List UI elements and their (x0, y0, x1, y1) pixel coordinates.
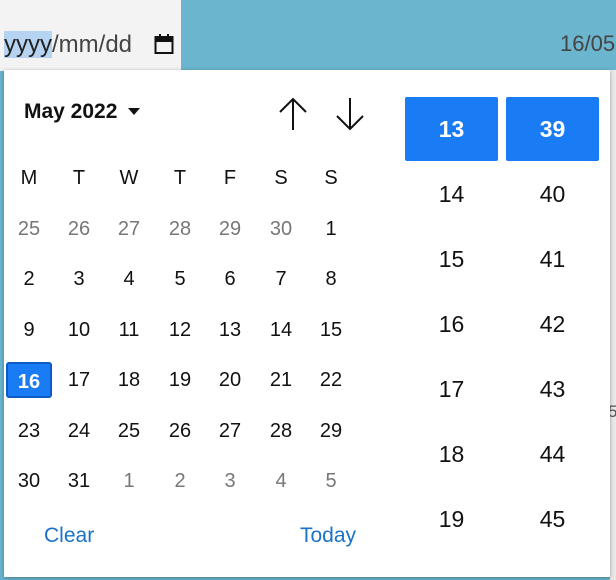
day-cell[interactable]: 1 (308, 211, 354, 247)
today-button[interactable]: Today (300, 524, 356, 548)
hour-option[interactable]: 18 (405, 422, 498, 486)
day-cell[interactable]: 6 (207, 261, 253, 297)
day-cell[interactable]: 23 (6, 413, 52, 449)
day-cell[interactable]: 20 (207, 362, 253, 398)
day-cell[interactable]: 29 (207, 211, 253, 247)
day-cell[interactable]: 25 (6, 211, 52, 247)
day-cell[interactable]: 26 (157, 413, 203, 449)
hour-option[interactable]: 15 (405, 227, 498, 291)
minute-option[interactable]: 41 (506, 227, 599, 291)
hour-option[interactable]: 16 (405, 292, 498, 356)
weekday-label: M (20, 167, 38, 189)
month-year-label[interactable]: May 2022 (24, 100, 117, 124)
day-cell[interactable]: 18 (106, 362, 152, 398)
hour-option[interactable]: 17 (405, 357, 498, 421)
day-cell[interactable]: 19 (157, 362, 203, 398)
previous-month-arrow-icon[interactable] (275, 94, 311, 134)
day-cell[interactable]: 5 (157, 261, 203, 297)
day-cell[interactable]: 28 (157, 211, 203, 247)
month-day-segments[interactable]: /mm/dd (52, 31, 132, 58)
day-cell[interactable]: 31 (56, 463, 102, 499)
day-cell[interactable]: 4 (106, 261, 152, 297)
weekday-label: F (223, 167, 237, 189)
day-cell[interactable]: 7 (258, 261, 304, 297)
date-picker-popup: May 2022 MTWTFSS 25 26 27 28 29 30 1 2 3 4 5 6 7 8 9 10… (4, 70, 610, 577)
minute-option[interactable]: 43 (506, 357, 599, 421)
caret-down-icon[interactable] (126, 107, 142, 117)
date-input-text[interactable]: yyyy/mm/dd (4, 30, 132, 60)
day-cell[interactable]: 27 (106, 211, 152, 247)
hour-option[interactable]: 13 (405, 97, 498, 161)
background-panel-edge (610, 70, 616, 580)
year-segment[interactable]: yyyy (4, 31, 52, 58)
minute-option[interactable]: 40 (506, 162, 599, 226)
day-cell[interactable]: 25 (106, 413, 152, 449)
day-cell[interactable]: 4 (258, 463, 304, 499)
minute-option[interactable]: 45 (506, 487, 599, 551)
weekday-label: S (324, 167, 338, 189)
background-date-value: 16/05 (560, 31, 616, 56)
day-cell[interactable]: 5 (308, 463, 354, 499)
weekday-label: T (72, 167, 86, 189)
day-cell[interactable]: 2 (157, 463, 203, 499)
day-cell[interactable]: 9 (6, 312, 52, 348)
weekday-label: W (119, 167, 139, 189)
day-cell[interactable]: 3 (56, 261, 102, 297)
day-cell[interactable]: 24 (56, 413, 102, 449)
day-cell[interactable]: 10 (56, 312, 102, 348)
day-cell[interactable]: 28 (258, 413, 304, 449)
day-cell[interactable]: 30 (258, 211, 304, 247)
hour-option[interactable]: 19 (405, 487, 498, 551)
next-month-arrow-icon[interactable] (332, 94, 368, 134)
day-cell[interactable]: 17 (56, 362, 102, 398)
day-cell[interactable]: 14 (258, 312, 304, 348)
minute-option[interactable]: 44 (506, 422, 599, 486)
date-input[interactable]: yyyy/mm/dd (0, 0, 181, 71)
day-cell[interactable]: 3 (207, 463, 253, 499)
page: 5, yyyy/mm/dd 16/05 May 2022 MTWTFSS 252… (0, 0, 616, 580)
day-cell[interactable]: 2 (6, 261, 52, 297)
day-cell[interactable]: 26 (56, 211, 102, 247)
day-cell[interactable]: 15 (308, 312, 354, 348)
day-cell[interactable]: 27 (207, 413, 253, 449)
selected-day[interactable]: 16 (6, 362, 52, 398)
day-cell[interactable]: 22 (308, 362, 354, 398)
hour-option[interactable]: 14 (405, 162, 498, 226)
calendar-icon[interactable] (154, 33, 174, 55)
day-cell[interactable]: 12 (157, 312, 203, 348)
day-cell[interactable]: 11 (106, 312, 152, 348)
clear-button[interactable]: Clear (44, 524, 94, 548)
day-cell[interactable]: 30 (6, 463, 52, 499)
day-cell[interactable]: 29 (308, 413, 354, 449)
day-cell[interactable]: 1 (106, 463, 152, 499)
minute-option[interactable]: 42 (506, 292, 599, 356)
day-cell[interactable]: 13 (207, 312, 253, 348)
weekday-label: T (173, 167, 187, 189)
day-cell[interactable]: 8 (308, 261, 354, 297)
minute-option[interactable]: 39 (506, 97, 599, 161)
weekday-label: S (274, 167, 288, 189)
day-cell[interactable]: 21 (258, 362, 304, 398)
